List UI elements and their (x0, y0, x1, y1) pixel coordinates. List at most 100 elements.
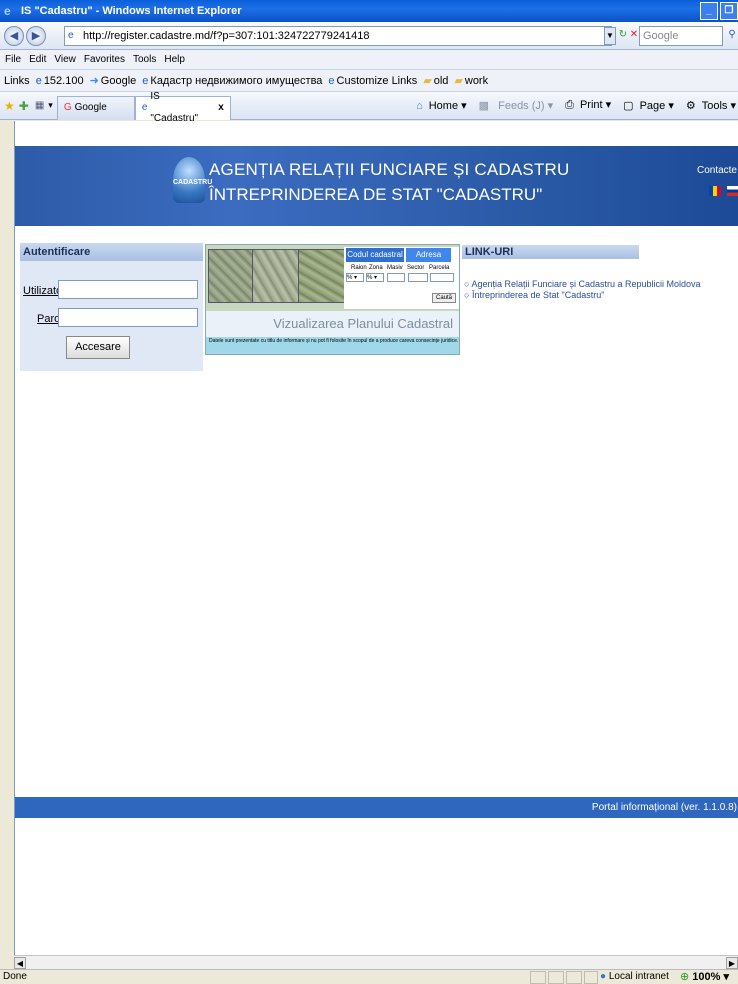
address-toolbar: ◀ ▶ e http://register.cadastre.md/f?p=30… (0, 22, 738, 50)
aerial-map-thumb (252, 249, 300, 303)
menu-help[interactable]: Help (164, 54, 185, 65)
auth-panel: Autentificare Utilizatorul Parola Accesa… (20, 243, 203, 371)
print-button[interactable]: ⎙ Print ▾ (559, 98, 611, 112)
status-bar: Done ● Local intranet ⊕ 100% ▾ (0, 969, 738, 984)
address-text: http://register.cadastre.md/f?p=307:101:… (83, 30, 370, 42)
home-button[interactable]: ⌂ Home ▾ (410, 99, 467, 112)
link-company[interactable]: ○ Întreprinderea de Stat "Cadastru" (464, 290, 604, 300)
page-footer: Portal informațional (ver. 1.1.0.8) (15, 797, 738, 818)
bullet-icon: ○ (464, 290, 472, 300)
username-input[interactable] (58, 280, 198, 299)
globe-icon: ● (600, 971, 607, 982)
ie-logo-icon: e (4, 4, 11, 18)
arrow-icon: ➜ (89, 75, 99, 87)
ie-page-icon: e (142, 74, 149, 87)
google-favicon-icon: G (63, 102, 72, 113)
link-work[interactable]: ▰ work (454, 74, 488, 88)
zona-select[interactable]: % ▾ (366, 273, 384, 282)
link-cadastre-ru[interactable]: e Кадастр недвижимого имущества (142, 75, 322, 87)
banner-company-title: ÎNTREPRINDEREA DE STAT "CADASTRU" (209, 185, 543, 204)
restore-button[interactable]: ❐ (720, 2, 738, 20)
link-152[interactable]: e 152.100 (36, 75, 84, 87)
search-cadastral-button[interactable]: Caută (432, 293, 456, 303)
protected-mode-icon: ⊕ (680, 971, 690, 983)
window-controls: _ ❐ (698, 2, 738, 20)
moldova-flag-icon[interactable] (709, 186, 721, 196)
tools-button[interactable]: ⚙ Tools ▾ (680, 99, 736, 112)
back-button[interactable]: ◀ (4, 25, 24, 46)
menu-bar: File Edit View Favorites Tools Help (0, 50, 738, 70)
contact-link[interactable]: Contacte (697, 165, 737, 176)
close-tab-icon[interactable]: x (218, 97, 224, 119)
link-customize[interactable]: e Customize Links (328, 75, 417, 87)
tab-address[interactable]: Adresa (406, 248, 451, 262)
page-button[interactable]: ▢ Page ▾ (617, 99, 674, 112)
tab-google[interactable]: G Google (56, 95, 135, 120)
status-cell (584, 971, 598, 984)
link-old[interactable]: ▰ old (423, 74, 448, 88)
tab-list-dropdown-icon[interactable]: ▾ (48, 100, 53, 111)
page-menu-icon: ▢ (623, 99, 634, 112)
folder-icon: ▰ (454, 75, 463, 87)
horizontal-scrollbar[interactable]: ◀ ▶ (14, 955, 738, 969)
auth-panel-title: Autentificare (20, 243, 203, 261)
favorites-star-icon[interactable]: ★ (4, 99, 15, 113)
window-title: IS "Cadastru" - Windows Internet Explore… (21, 5, 242, 17)
menu-file[interactable]: File (5, 54, 21, 65)
site-banner: CADASTRU AGENȚIA RELAȚII FUNCIARE ȘI CAD… (15, 146, 738, 226)
password-input[interactable] (58, 308, 198, 327)
add-favorites-icon[interactable]: ✚ (19, 99, 29, 113)
menu-edit[interactable]: Edit (29, 54, 46, 65)
status-cell (548, 971, 564, 984)
address-dropdown-button[interactable]: ▼ (604, 27, 616, 45)
field-raion-label: Raion (351, 265, 367, 271)
search-input[interactable]: Google (639, 26, 723, 46)
ie-page-icon: e (141, 102, 148, 113)
feeds-icon: ▩ (478, 99, 490, 112)
forward-button[interactable]: ▶ (26, 25, 46, 46)
scroll-left-icon[interactable]: ◀ (14, 957, 26, 969)
login-button[interactable]: Accesare (66, 336, 130, 359)
zoom-control[interactable]: ⊕ 100% ▾ (680, 970, 729, 984)
field-sector-label: Sector (407, 265, 425, 271)
menu-view[interactable]: View (54, 54, 76, 65)
raion-select[interactable]: % ▾ (346, 273, 364, 282)
search-icon[interactable]: ⚲ (726, 28, 738, 42)
link-google[interactable]: ➜ Google (89, 74, 137, 88)
cadastral-map-widget[interactable]: Codul cadastral Adresa Raion Zona Masiv … (205, 244, 460, 355)
status-cell (566, 971, 582, 984)
tab-cadastral-code[interactable]: Codul cadastral (346, 248, 404, 262)
command-bar: ⌂ Home ▾ ▩ Feeds (J) ▾ ⎙ Print ▾ ▢ Page ▾ ⚙… (404, 98, 736, 112)
home-icon: ⌂ (416, 99, 423, 112)
folder-icon: ▰ (423, 75, 432, 87)
page-icon: e (68, 30, 74, 41)
security-zone[interactable]: ● Local intranet (600, 970, 669, 984)
sector-input[interactable] (408, 273, 428, 282)
field-masiv-label: Masiv (387, 265, 403, 271)
minimize-button[interactable]: _ (700, 2, 718, 20)
links-bar: Links e 152.100 ➜ Google e Кадастр недвижим… (0, 70, 738, 92)
cadastru-logo: CADASTRU (173, 157, 212, 203)
field-zona-label: Zona (369, 265, 383, 271)
menu-tools[interactable]: Tools (133, 54, 156, 65)
scroll-right-icon[interactable]: ▶ (726, 957, 738, 969)
link-agency[interactable]: ○ Agenția Relații Funciare și Cadastru a… (464, 279, 701, 289)
title-bar: e IS "Cadastru" - Windows Internet Explo… (0, 0, 738, 22)
feeds-button[interactable]: ▩ Feeds (J) ▾ (473, 99, 554, 112)
tab-cadastru[interactable]: e IS "Cadastru" x (134, 91, 231, 124)
russia-flag-icon[interactable] (727, 186, 738, 196)
links-panel-title: LINK-URI (462, 245, 639, 259)
cadastral-search-form: Codul cadastral Adresa Raion Zona Masiv … (344, 247, 459, 309)
address-field[interactable]: e http://register.cadastre.md/f?p=307:10… (64, 26, 612, 46)
page-viewport: CADASTRU AGENȚIA RELAȚII FUNCIARE ȘI CAD… (14, 121, 738, 955)
ie-page-icon: e (35, 74, 42, 87)
parcela-input[interactable] (430, 273, 454, 282)
aerial-map-thumb (298, 249, 346, 303)
aerial-map-thumb (208, 249, 256, 303)
browser-window: e IS "Cadastru" - Windows Internet Explo… (0, 0, 738, 984)
ie-page-icon: e (328, 74, 335, 87)
gear-icon: ⚙ (685, 99, 696, 112)
menu-favorites[interactable]: Favorites (84, 54, 125, 65)
masiv-input[interactable] (387, 273, 405, 282)
tab-list-icon[interactable]: ▦ (35, 100, 44, 111)
